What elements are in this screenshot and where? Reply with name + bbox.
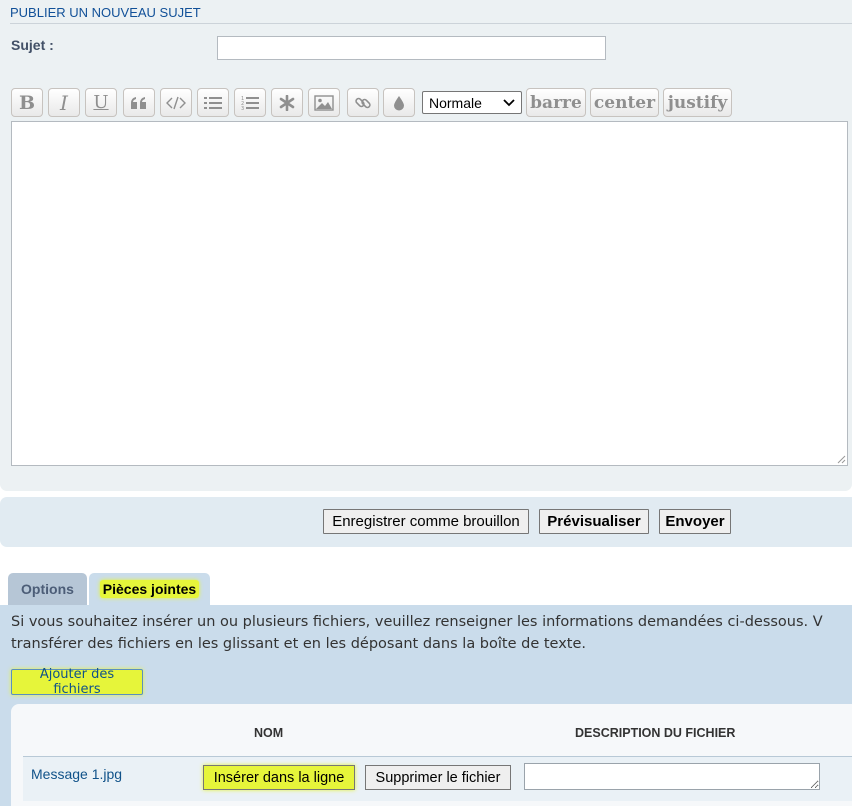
tab-options[interactable]: Options [8,573,87,605]
color-drop-icon [394,95,404,110]
bullet-list-icon [204,96,222,109]
center-button[interactable]: center [590,88,659,117]
asterisk-icon [279,94,295,111]
numbered-list-icon: 1 2 3 [241,96,259,111]
italic-button[interactable]: I [48,88,80,117]
asterisk-button[interactable] [271,88,303,117]
save-draft-button[interactable]: Enregistrer comme brouillon [323,509,529,534]
submit-button[interactable]: Envoyer [659,509,731,534]
bullet-list-button[interactable] [197,88,229,117]
underline-icon: U [93,92,109,113]
message-textarea[interactable] [11,121,848,466]
preview-button[interactable]: Prévisualiser [539,509,649,534]
justify-label: justify [667,92,728,113]
strike-label: barre [530,92,582,113]
code-icon [166,96,186,109]
link-icon [355,97,371,108]
file-name-link[interactable]: Message 1.jpg [31,766,122,782]
tab-attachments-label: Pièces jointes [99,580,200,598]
instructions-line-2: transférer des fichiers en les glissant … [11,636,587,652]
delete-file-button[interactable]: Supprimer le fichier [365,765,511,790]
instructions-line-1: Si vous souhaitez insérer un ou plusieur… [11,614,823,630]
file-description-input[interactable] [524,763,820,790]
bold-icon: B [18,91,36,114]
image-button[interactable] [308,88,340,117]
svg-text:3: 3 [241,106,244,111]
link-button[interactable] [347,88,379,117]
center-label: center [593,92,656,113]
tab-attachments[interactable]: Pièces jointes [89,573,210,605]
column-header-description: DESCRIPTION DU FICHIER [575,726,736,740]
insert-inline-button[interactable]: Insérer dans la ligne [203,765,355,790]
resize-grip-icon[interactable] [836,454,846,464]
subject-input[interactable] [217,36,606,60]
bold-button[interactable]: B [11,88,43,117]
justify-button[interactable]: justify [663,88,732,117]
quote-button[interactable] [123,88,155,117]
code-button[interactable] [160,88,192,117]
color-button[interactable] [383,88,415,117]
column-header-name: NOM [254,726,284,740]
add-files-button[interactable]: Ajouter des fichiers [11,667,143,697]
font-size-selected: Normale [429,94,482,111]
heading-divider [10,23,852,24]
page-title: PUBLIER UN NOUVEAU SUJET [10,5,201,20]
italic-icon: I [60,90,68,115]
quote-icon [131,96,146,109]
tab-options-label: Options [21,581,74,597]
image-icon [314,94,334,111]
underline-button[interactable]: U [85,88,117,117]
subject-label: Sujet : [11,37,54,53]
font-size-select[interactable]: Normale [422,91,522,114]
attachments-instructions: Si vous souhaitez insérer un ou plusieur… [11,611,852,655]
chevron-down-icon [503,98,515,106]
strike-button[interactable]: barre [526,88,586,117]
numbered-list-button[interactable]: 1 2 3 [234,88,266,117]
